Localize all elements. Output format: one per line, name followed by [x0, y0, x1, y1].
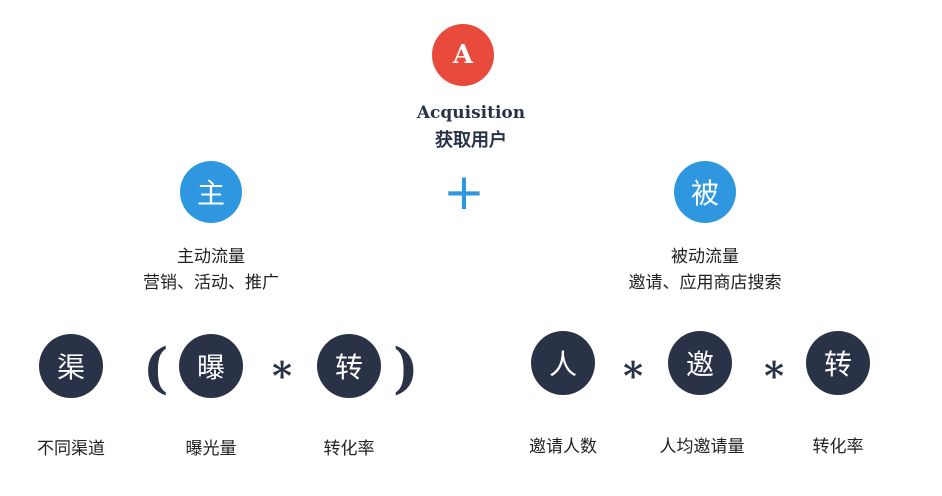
label-invitees: 邀请人数: [529, 437, 597, 457]
active-traffic-circle: 主: [180, 161, 242, 223]
label-conversion-passive: 转化率: [812, 437, 864, 457]
passive-traffic-examples: 邀请、应用商店搜索: [628, 273, 782, 293]
formula-circle-invitees: 人: [531, 331, 595, 395]
formula-circle-exposure: 曝: [179, 334, 243, 398]
active-traffic-description: 主动流量 营销、活动、推广: [90, 244, 332, 296]
formula-char-channel: 渠: [56, 351, 85, 384]
multiply-operator: *: [764, 353, 784, 398]
label-channels: 不同渠道: [37, 439, 105, 459]
formula-char-invitees: 人: [548, 348, 577, 381]
acquisition-title-en: Acquisition: [416, 103, 526, 123]
formula-char-conversion-active: 转: [334, 351, 363, 384]
passive-traffic-description: 被动流量 邀请、应用商店搜索: [575, 244, 835, 296]
passive-traffic-char: 被: [690, 177, 719, 210]
passive-traffic-circle: 被: [674, 161, 736, 223]
formula-char-exposure: 曝: [196, 351, 225, 384]
formula-circle-channel: 渠: [39, 334, 103, 398]
label-conversion-active: 转化率: [323, 439, 375, 459]
formula-char-conversion-passive: 转: [823, 348, 852, 381]
acquisition-title-cn: 获取用户: [435, 130, 507, 151]
active-traffic-examples: 营销、活动、推广: [143, 273, 279, 293]
formula-circle-invite-avg: 邀: [668, 331, 732, 395]
formula-circle-conversion-active: 转: [317, 334, 381, 398]
multiply-operator: *: [272, 353, 292, 398]
active-traffic-char: 主: [196, 177, 225, 210]
close-parenthesis: ): [393, 336, 419, 400]
open-parenthesis: (: [143, 336, 169, 400]
passive-traffic-title: 被动流量: [671, 247, 739, 267]
acquisition-letter: A: [452, 40, 474, 70]
formula-char-invite-avg: 邀: [685, 348, 714, 381]
label-invite-avg: 人均邀请量: [659, 437, 745, 457]
label-exposure: 曝光量: [185, 439, 237, 459]
active-traffic-title: 主动流量: [177, 247, 245, 267]
plus-symbol: +: [443, 163, 485, 221]
acquisition-circle: A: [432, 24, 494, 86]
formula-circle-conversion-passive: 转: [806, 331, 870, 395]
multiply-operator: *: [623, 353, 643, 398]
